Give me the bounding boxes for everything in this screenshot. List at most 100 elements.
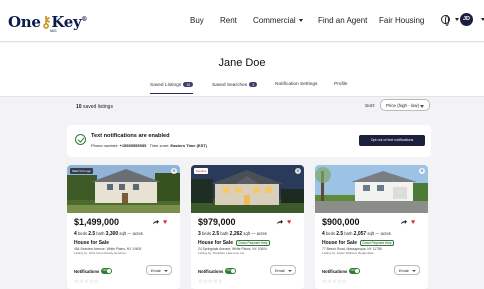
close-icon[interactable]: ✕: [171, 168, 177, 174]
listing-status: House for Sale Down Payment Help: [322, 240, 395, 246]
listing-price: $979,000: [198, 217, 236, 227]
listing-card[interactable]: NEW 3 hrs ago ✕ $1,499,000 ♥ 4 beds 2.5 …: [67, 165, 180, 289]
globe-icon[interactable]: [441, 15, 450, 26]
notifications-toggle[interactable]: ON: [225, 268, 236, 274]
baths-value: 2.5: [88, 231, 96, 237]
status-text: House for Sale: [322, 240, 358, 246]
notifications-toggle[interactable]: ON: [101, 268, 112, 274]
close-icon[interactable]: ✕: [419, 168, 425, 174]
tab-saved-searches[interactable]: Saved Searches 3: [212, 82, 258, 88]
check-circle-icon: [75, 134, 86, 145]
chevron-down-icon: [420, 104, 424, 108]
baths-value: 2.5: [336, 231, 344, 237]
logo[interactable]: One⚷Key® MLS: [8, 13, 87, 33]
avatar[interactable]: JD: [460, 13, 473, 26]
listing-photo[interactable]: Pending ✕: [191, 165, 304, 213]
tab-notification-settings[interactable]: Notification Settings: [275, 82, 317, 87]
close-icon[interactable]: ✕: [295, 168, 301, 174]
status-text: House for Sale: [198, 240, 234, 246]
down-payment-badge: Down Payment Help: [360, 240, 395, 246]
share-icon[interactable]: [152, 219, 159, 226]
chevron-down-icon: [288, 269, 292, 272]
listing-status: House for Sale: [74, 240, 110, 246]
notifications-label: Notifications: [322, 269, 348, 274]
listing-photo[interactable]: ✕: [315, 165, 428, 213]
share-icon[interactable]: [400, 219, 407, 226]
listing-agent: Listing by: Houlihan Lawrence Inc.: [198, 251, 246, 255]
nav-commercial-label: Commercial: [253, 16, 296, 25]
acres-label: — acres: [375, 231, 391, 236]
listing-agent: Listing by: OKA Irvine Realty Services: [74, 251, 126, 255]
sqft-value: 2,057: [353, 231, 367, 237]
chevron-down-icon: [298, 19, 303, 23]
tab-profile[interactable]: Profile: [334, 82, 348, 87]
listing-specs: 4 beds 2.5 bath 3,300 sqft — acres: [74, 231, 143, 237]
listing-card[interactable]: Pending ✕ $979,000 ♥ 3 beds 2.5 bath 2,2…: [191, 165, 304, 289]
nav-rent[interactable]: Rent: [220, 16, 237, 25]
email-select[interactable]: Email: [394, 265, 420, 275]
beds-value: 4: [322, 231, 325, 237]
baths-value: 2.5: [212, 231, 220, 237]
nav-find-agent[interactable]: Find an Agent: [318, 16, 367, 25]
email-value: Email: [399, 268, 409, 273]
heart-icon[interactable]: ♥: [163, 219, 167, 226]
notification-title: Text notifications are enabled: [91, 133, 170, 139]
notifications-toggle[interactable]: ON: [349, 268, 360, 274]
beds-value: 3: [198, 231, 201, 237]
phone-label: Phone number:: [91, 143, 119, 148]
listing-status: House for Sale Down Payment Help: [198, 240, 271, 246]
sort-value: Price (high - low): [386, 103, 419, 109]
listing-badge: NEW 3 hrs ago: [70, 168, 93, 174]
email-value: Email: [151, 268, 161, 273]
acres-label: — acres: [127, 231, 143, 236]
sqft-label: sqft: [367, 231, 375, 236]
sqft-label: sqft: [119, 231, 127, 236]
logo-text: One: [8, 13, 41, 31]
listing-card[interactable]: ✕ $900,000 ♥ 4 beds 2.5 bath 2,057 sqft …: [315, 165, 428, 289]
saved-count-number: 10: [76, 104, 82, 110]
email-select[interactable]: Email: [146, 265, 172, 275]
rating-stars[interactable]: ☆☆☆☆☆: [322, 279, 347, 285]
chevron-down-icon: [412, 269, 416, 272]
listing-badge: Pending: [194, 168, 209, 174]
email-select[interactable]: Email: [270, 265, 296, 275]
nav-commercial[interactable]: Commercial: [253, 16, 303, 25]
top-nav: One⚷Key® MLS Buy Rent Commercial Find an…: [0, 0, 484, 42]
sqft-value: 3,300: [105, 231, 119, 237]
sqft-value: 2,262: [229, 231, 243, 237]
notification-banner: Text notifications are enabled Phone num…: [67, 125, 431, 157]
share-icon[interactable]: [276, 219, 283, 226]
sort-select[interactable]: Price (high - low): [380, 99, 430, 111]
heart-icon[interactable]: ♥: [411, 219, 415, 226]
heart-icon[interactable]: ♥: [287, 219, 291, 226]
nav-buy[interactable]: Buy: [190, 16, 204, 25]
chevron-down-icon: [164, 269, 168, 272]
saved-listings-count: 10 saved listings: [76, 104, 113, 110]
chevron-down-icon[interactable]: [455, 18, 459, 21]
beds-label: beds: [201, 231, 212, 236]
listing-price: $1,499,000: [74, 217, 120, 227]
acres-label: — acres: [251, 231, 267, 236]
listing-specs: 4 beds 2.5 bath 2,057 sqft — acres: [322, 231, 391, 237]
tab-label: Saved Searches: [212, 82, 248, 88]
tab-saved-listings[interactable]: Saved Listings 10: [150, 82, 194, 94]
count-badge: 3: [249, 82, 258, 87]
listing-price: $900,000: [322, 217, 360, 227]
notifications-label: Notifications: [74, 269, 100, 274]
rating-stars[interactable]: ☆☆☆☆☆: [198, 279, 223, 285]
beds-label: beds: [325, 231, 336, 236]
email-value: Email: [275, 268, 285, 273]
opt-out-button[interactable]: Opt out of text notifications: [359, 135, 425, 146]
beds-label: beds: [77, 231, 88, 236]
nav-fair-housing[interactable]: Fair Housing: [379, 16, 424, 25]
beds-value: 4: [74, 231, 77, 237]
tab-label: Saved Listings: [150, 82, 182, 88]
listing-photo[interactable]: NEW 3 hrs ago ✕: [67, 165, 180, 213]
baths-label: bath: [96, 231, 105, 236]
logo-sub: MLS: [50, 29, 57, 33]
phone-number: +15555555555: [119, 143, 147, 148]
sqft-label: sqft: [243, 231, 251, 236]
baths-label: bath: [344, 231, 353, 236]
listing-agent: Listing by: Keller Williams Realty Elite: [322, 251, 374, 255]
rating-stars[interactable]: ☆☆☆☆☆: [74, 279, 99, 285]
